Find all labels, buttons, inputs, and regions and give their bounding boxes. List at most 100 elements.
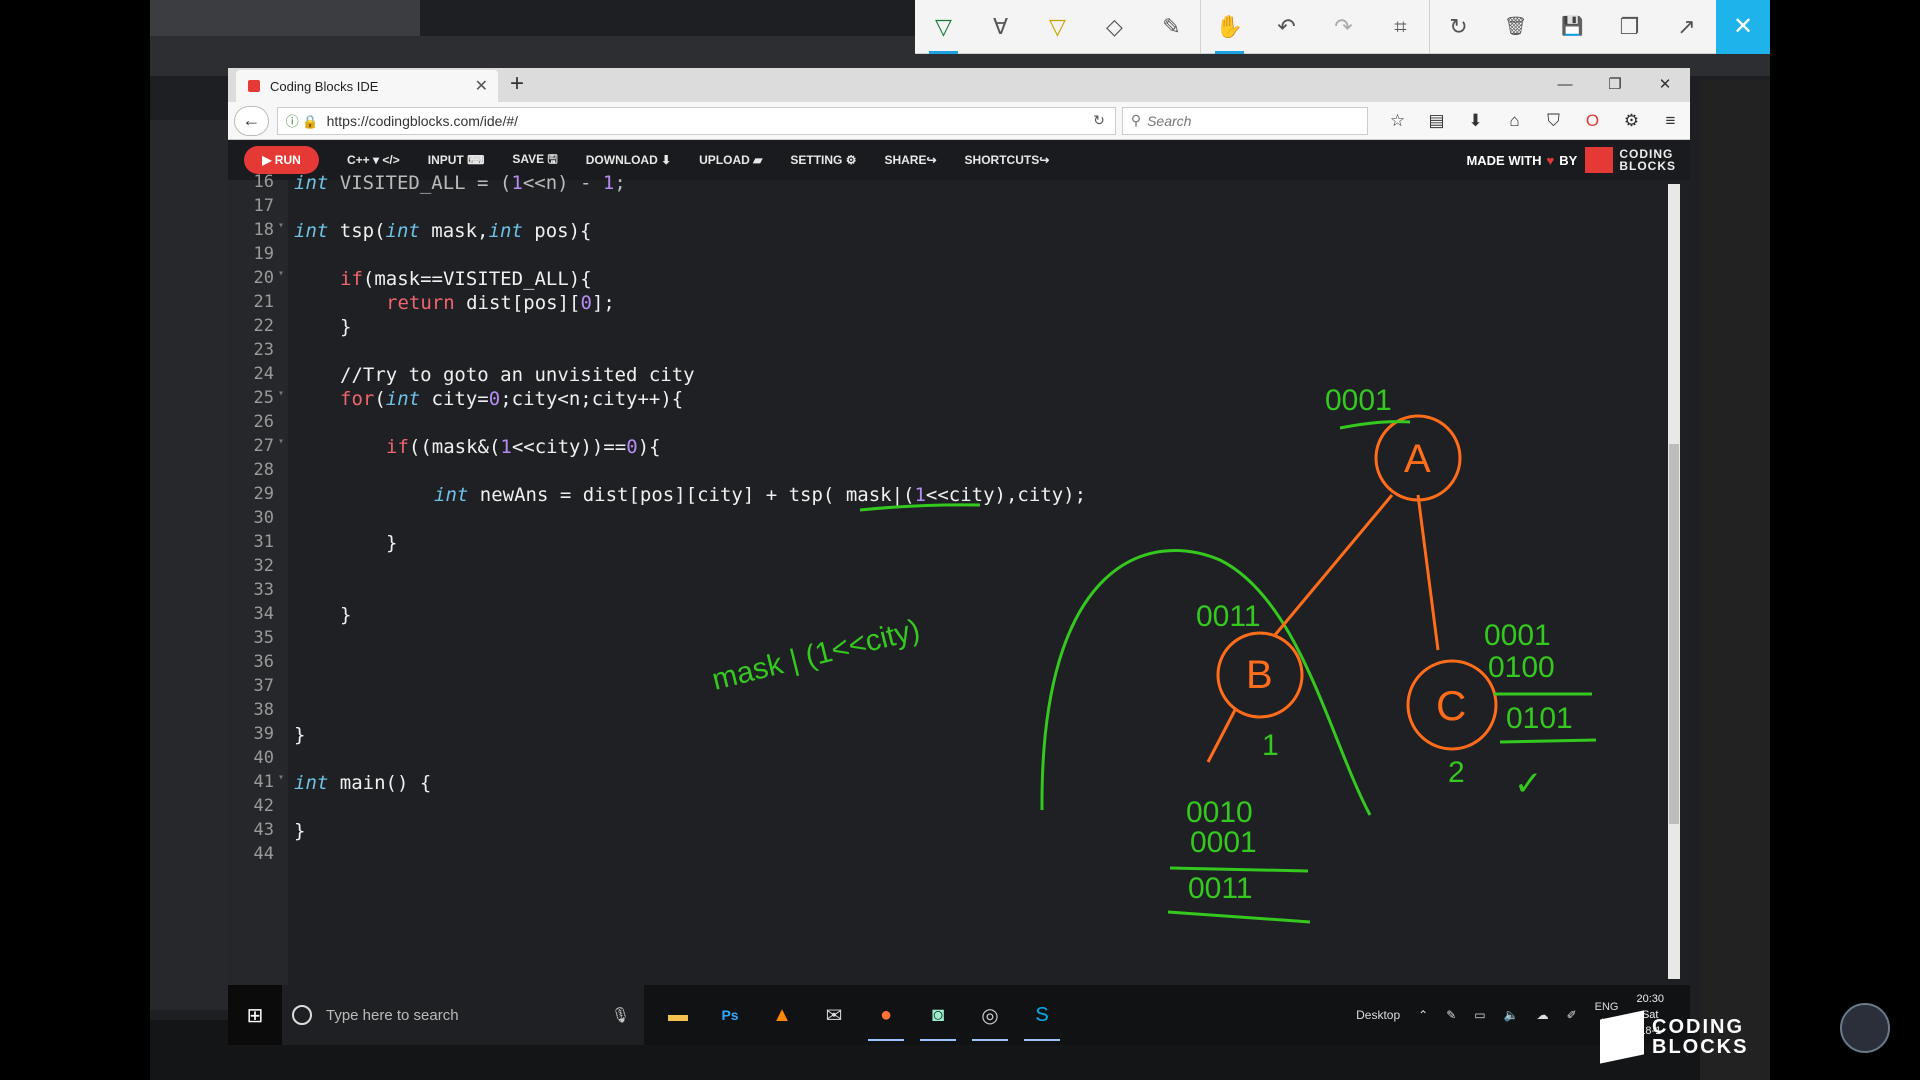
code-line: 34} bbox=[253, 604, 352, 626]
code-line: 16 int VISITED_ALL = (1<<n) - 1; bbox=[253, 172, 626, 194]
code-editor[interactable]: 16 int VISITED_ALL = (1<<n) - 1; 17 18 ▾ in… bbox=[228, 172, 1690, 985]
search-placeholder: Search bbox=[1147, 112, 1192, 129]
trash-icon[interactable]: 🗑 bbox=[1487, 0, 1544, 54]
skype-icon[interactable]: S bbox=[1016, 985, 1068, 1045]
browser-toolbar-icons: ☆ ▤ ⬇ ⌂ ⛉ O ⚙ ≡ bbox=[1378, 111, 1690, 131]
brand-cube-icon bbox=[1600, 1010, 1644, 1064]
tab-close-icon[interactable]: ✕ bbox=[475, 76, 488, 96]
extension-icon[interactable]: ⚙ bbox=[1612, 111, 1651, 131]
tab-bar: Coding Blocks IDE ✕ + — ❐ ✕ bbox=[228, 68, 1690, 102]
file-explorer-icon[interactable]: ▬ bbox=[652, 985, 704, 1045]
code-line: 17 bbox=[253, 196, 274, 216]
share-icon[interactable]: ↗ bbox=[1658, 0, 1715, 54]
chrome-icon[interactable]: ◎ bbox=[964, 985, 1016, 1045]
upload-button[interactable]: UPLOAD ▰ bbox=[699, 153, 762, 167]
photoshop-icon[interactable]: Ps bbox=[704, 985, 756, 1045]
setting-button[interactable]: SETTING ⚙ bbox=[790, 153, 856, 167]
code-line: 27 ▾ if((mask&(1<<city))==0){ bbox=[253, 436, 661, 458]
window-close-icon[interactable]: ✕ bbox=[1640, 68, 1690, 102]
opera-icon[interactable]: O bbox=[1573, 111, 1612, 131]
scrollbar-thumb[interactable] bbox=[1669, 444, 1679, 824]
code-line: 19 bbox=[253, 244, 274, 264]
redo-icon[interactable]: ↷ bbox=[1315, 0, 1372, 54]
background-sidebar bbox=[1700, 80, 1770, 1080]
code-line: 26 bbox=[253, 412, 274, 432]
save-button[interactable]: SAVE 🖫 bbox=[512, 150, 557, 171]
pen-tray-icon[interactable]: ✎ bbox=[1446, 1008, 1456, 1022]
code-line: 41 ▾ int main() { bbox=[253, 772, 432, 794]
back-button[interactable]: ← bbox=[234, 105, 269, 136]
window-controls: — ❐ ✕ bbox=[1540, 68, 1690, 102]
presenter-avatar bbox=[1840, 1003, 1890, 1053]
code-line: 24//Try to goto an unvisited city bbox=[253, 364, 695, 386]
home-icon[interactable]: ⌂ bbox=[1495, 111, 1534, 131]
favicon-icon bbox=[248, 80, 260, 92]
code-line: 23 bbox=[253, 340, 274, 360]
close-icon[interactable]: ✕ bbox=[1716, 0, 1770, 54]
eraser-icon[interactable]: ◇ bbox=[1086, 0, 1143, 54]
tray-chevron-icon[interactable]: ⌃ bbox=[1418, 1008, 1428, 1022]
language-select[interactable]: C++ ▾ </> bbox=[347, 153, 400, 167]
browser-tab[interactable]: Coding Blocks IDE ✕ bbox=[236, 70, 498, 102]
screen-app-icon[interactable]: ◙ bbox=[912, 985, 964, 1045]
menu-icon[interactable]: ≡ bbox=[1651, 111, 1690, 131]
coding-blocks-watermark: CODING BLOCKS bbox=[1600, 1010, 1749, 1064]
code-line: 32 bbox=[253, 556, 274, 576]
code-line: 21 return dist[pos][0]; bbox=[253, 292, 615, 314]
reload-icon[interactable]: ↻ bbox=[1093, 112, 1105, 129]
search-input[interactable]: ⚲ Search bbox=[1121, 106, 1369, 135]
url-text: https://codingblocks.com/ide/#/ bbox=[326, 112, 519, 129]
download-button[interactable]: DOWNLOAD ⬇ bbox=[586, 153, 671, 167]
microphone-icon[interactable]: 🎙 bbox=[611, 1006, 630, 1024]
share-button[interactable]: SHARE↪ bbox=[884, 153, 936, 167]
history-icon[interactable]: ↻ bbox=[1430, 0, 1487, 54]
onedrive-icon[interactable]: ☁ bbox=[1537, 1008, 1549, 1022]
pen-icon[interactable]: ▽ bbox=[915, 0, 972, 54]
mail-icon[interactable]: ✉ bbox=[808, 985, 860, 1045]
ink-workspace-icon[interactable]: ✐ bbox=[1567, 1008, 1577, 1022]
taskbar-search-placeholder: Type here to search bbox=[326, 1006, 459, 1024]
ruler-icon[interactable]: ✎ bbox=[1143, 0, 1200, 54]
network-icon[interactable]: ▭ bbox=[1474, 1008, 1485, 1022]
save-icon[interactable]: 💾 bbox=[1544, 0, 1601, 54]
code-line: 43} bbox=[253, 820, 306, 842]
minimize-icon[interactable]: — bbox=[1540, 68, 1590, 102]
code-line: 37 bbox=[253, 676, 274, 696]
highlighter-icon[interactable]: ▽ bbox=[1029, 0, 1086, 54]
desktop-label[interactable]: Desktop bbox=[1356, 1008, 1400, 1022]
code-line: 33 bbox=[253, 580, 274, 600]
code-line: 39} bbox=[253, 724, 306, 746]
vlc-icon[interactable]: ▲ bbox=[756, 985, 808, 1045]
bookmark-star-icon[interactable]: ☆ bbox=[1378, 111, 1417, 131]
copy-icon[interactable]: ❐ bbox=[1601, 0, 1658, 54]
code-line: 20 ▾ if(mask==VISITED_ALL){ bbox=[253, 268, 592, 290]
brand-text: CODING BLOCKS bbox=[1652, 1016, 1749, 1058]
restore-icon[interactable]: ❐ bbox=[1590, 68, 1640, 102]
windows-start-icon[interactable]: ⊞ bbox=[228, 985, 282, 1045]
taskbar-search-input[interactable]: Type here to search 🎙 bbox=[282, 985, 644, 1045]
volume-icon[interactable]: 🔈 bbox=[1504, 1008, 1519, 1022]
code-line: 29 int newAns = dist[pos][city] + tsp( ma… bbox=[253, 484, 1087, 506]
reading-list-icon[interactable]: ▤ bbox=[1417, 111, 1456, 131]
heart-icon: ♥ bbox=[1546, 152, 1555, 168]
windows-taskbar: ⊞ Type here to search 🎙 ▬ Ps ▲ ✉ ● ◙ ◎ S… bbox=[228, 985, 1690, 1045]
address-bar[interactable]: ⓘ 🔒 https://codingblocks.com/ide/#/ ↻ bbox=[276, 106, 1116, 135]
input-button[interactable]: INPUT ⌨ bbox=[428, 153, 485, 167]
pocket-icon[interactable]: ⛉ bbox=[1534, 111, 1573, 131]
undo-icon[interactable]: ↶ bbox=[1258, 0, 1315, 54]
hand-icon[interactable]: ✋ bbox=[1201, 0, 1258, 54]
code-line: 40 bbox=[253, 748, 274, 768]
editor-scrollbar[interactable] bbox=[1668, 184, 1680, 979]
cortana-icon bbox=[292, 1005, 312, 1025]
run-button[interactable]: ▶ RUN bbox=[244, 146, 319, 174]
logo-cube-icon bbox=[1585, 147, 1614, 173]
downloads-icon[interactable]: ⬇ bbox=[1456, 111, 1495, 131]
firefox-icon[interactable]: ● bbox=[860, 985, 912, 1045]
crop-icon[interactable]: ⌗ bbox=[1372, 0, 1429, 54]
shortcuts-button[interactable]: SHORTCUTS↪ bbox=[965, 153, 1050, 167]
coding-blocks-logo[interactable]: CODING BLOCKS bbox=[1585, 147, 1676, 173]
pen-outline-icon[interactable]: ∀ bbox=[972, 0, 1029, 54]
new-tab-button[interactable]: + bbox=[510, 70, 524, 98]
code-line: 25 ▾ for(int city=0;city<n;city++){ bbox=[253, 388, 684, 410]
code-line: 42 bbox=[253, 796, 274, 816]
